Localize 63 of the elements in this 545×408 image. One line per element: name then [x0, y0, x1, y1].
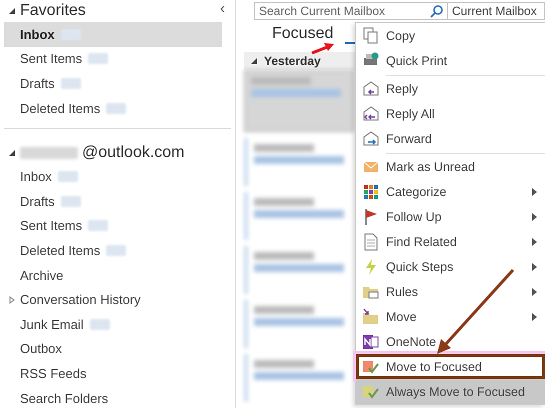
group-header: Yesterday — [264, 54, 321, 68]
menu-item[interactable]: Quick Steps — [356, 254, 545, 279]
reply-icon — [362, 80, 380, 98]
collapse-pane-button[interactable]: ‹ — [220, 0, 225, 17]
submenu-arrow-icon — [532, 188, 537, 196]
menu-item[interactable]: Categorize — [356, 179, 545, 204]
expand-arrow-icon[interactable] — [8, 149, 16, 158]
reply-all-icon — [362, 104, 380, 122]
expand-arrow-icon[interactable] — [8, 7, 16, 15]
redacted-count — [88, 220, 108, 232]
folder-item[interactable]: Conversation History — [4, 287, 222, 312]
scope-dropdown[interactable]: Current Mailbox — [448, 3, 537, 20]
folder-item[interactable]: Inbox — [4, 22, 222, 47]
submenu-arrow-icon — [532, 312, 537, 320]
menu-item[interactable]: Follow Up — [356, 204, 545, 229]
menu-item[interactable]: OneNote — [356, 329, 545, 354]
folder-item[interactable]: Deleted Items — [4, 238, 222, 263]
redacted-count — [60, 196, 81, 207]
menu-item[interactable]: Find Related — [356, 229, 545, 254]
expand-arrow-icon[interactable] — [250, 56, 258, 65]
folder-item[interactable]: RSS Feeds — [4, 361, 222, 386]
redacted-count — [106, 102, 126, 114]
favorites-header[interactable]: Favorites — [20, 2, 86, 20]
menu-item[interactable]: Move — [356, 304, 545, 329]
menu-item[interactable]: Always Move to Focused — [356, 379, 545, 404]
redacted-count — [60, 78, 81, 89]
redacted-count — [106, 244, 126, 256]
onenote-icon — [362, 332, 380, 350]
folder-item[interactable]: Drafts — [4, 188, 222, 214]
blurred-message[interactable] — [244, 70, 354, 132]
folder-item[interactable]: Deleted Items — [4, 96, 222, 120]
tab-indicator — [345, 42, 356, 44]
menu-item[interactable]: Reply All — [356, 101, 545, 126]
redacted-name — [20, 147, 78, 160]
folder-item[interactable]: Search Folders — [4, 386, 222, 408]
folder-item[interactable]: Outbox — [4, 336, 222, 362]
tab[interactable]: Focused — [272, 24, 334, 46]
menu-item[interactable]: Copy — [356, 23, 545, 48]
annotation-arrow — [311, 43, 334, 54]
submenu-arrow-icon — [532, 262, 537, 270]
forward-icon — [362, 130, 380, 148]
menu-item[interactable]: Reply — [356, 76, 545, 101]
redacted-count — [88, 53, 108, 64]
folder-item[interactable]: Junk Email — [4, 312, 222, 337]
folder-item[interactable]: Sent Items — [4, 46, 222, 72]
redacted-count — [58, 171, 78, 182]
menu-item[interactable]: Rules — [356, 279, 545, 304]
submenu-arrow-icon — [532, 212, 537, 220]
color-grid-icon — [362, 182, 380, 200]
submenu-arrow-icon — [532, 288, 537, 296]
copy-icon — [362, 26, 380, 44]
folder-item[interactable]: Drafts — [4, 71, 222, 96]
folder-item[interactable]: Archive — [4, 262, 222, 288]
folder-item[interactable]: Inbox — [4, 164, 222, 189]
submenu-arrow-icon — [532, 238, 537, 246]
menu-item[interactable]: Mark as Unread — [356, 154, 545, 179]
document-icon — [362, 232, 380, 250]
folder-item[interactable]: Sent Items — [4, 214, 222, 238]
account-header[interactable]: @outlook.com — [82, 144, 185, 162]
menu-item[interactable]: Move to Focused — [356, 354, 545, 379]
search-icon — [430, 4, 443, 18]
folder-arrow-icon — [362, 308, 380, 326]
redacted-count — [90, 318, 110, 330]
